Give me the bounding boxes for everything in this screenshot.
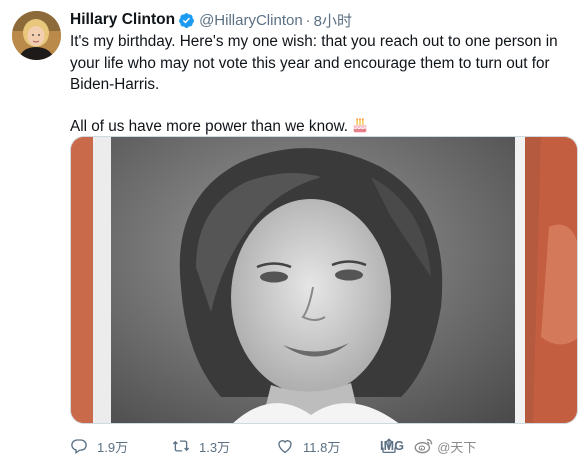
tweet-header: Hillary Clinton @HillaryClinton · 8小时 <box>70 10 352 30</box>
author-name[interactable]: Hillary Clinton <box>70 11 175 29</box>
retweet-icon <box>172 440 190 452</box>
img-label: IMG <box>380 439 405 453</box>
like-count: 11.8万 <box>303 439 341 455</box>
header-separator: · <box>305 11 311 29</box>
retweet-button[interactable]: 1.3万 <box>172 434 230 458</box>
tweet-paragraph-2: All of us have more power than we know. <box>70 116 582 138</box>
tweet-paragraph-text: All of us have more power than we know. <box>70 117 349 135</box>
image-watermark: IMG @天下 <box>380 434 476 458</box>
retweet-count: 1.3万 <box>199 439 231 455</box>
tweet-actions-bar: 1.9万 1.3万 11.8万 <box>70 434 580 458</box>
tweet-timestamp[interactable]: 8小时 <box>314 10 352 31</box>
tweet-paragraph: It's my birthday. Here's my one wish: th… <box>70 33 558 94</box>
like-button[interactable]: 11.8万 <box>276 434 340 458</box>
reply-icon <box>71 439 87 455</box>
heart-icon <box>278 440 292 454</box>
verified-badge-icon <box>179 12 195 28</box>
author-handle[interactable]: @HillaryClinton <box>199 12 303 29</box>
tweet-photo[interactable] <box>70 136 578 424</box>
birthday-cake-icon <box>353 117 367 132</box>
avatar-portrait-image <box>12 11 61 60</box>
watermark-text: @天下 <box>437 439 477 455</box>
vintage-portrait-photo-image <box>71 137 577 423</box>
author-avatar[interactable] <box>12 11 61 60</box>
weibo-logo-icon <box>414 439 433 454</box>
tweet-text: It's my birthday. Here's my one wish: th… <box>70 31 582 137</box>
reply-count: 1.9万 <box>97 439 129 455</box>
reply-button[interactable]: 1.9万 <box>70 434 128 458</box>
